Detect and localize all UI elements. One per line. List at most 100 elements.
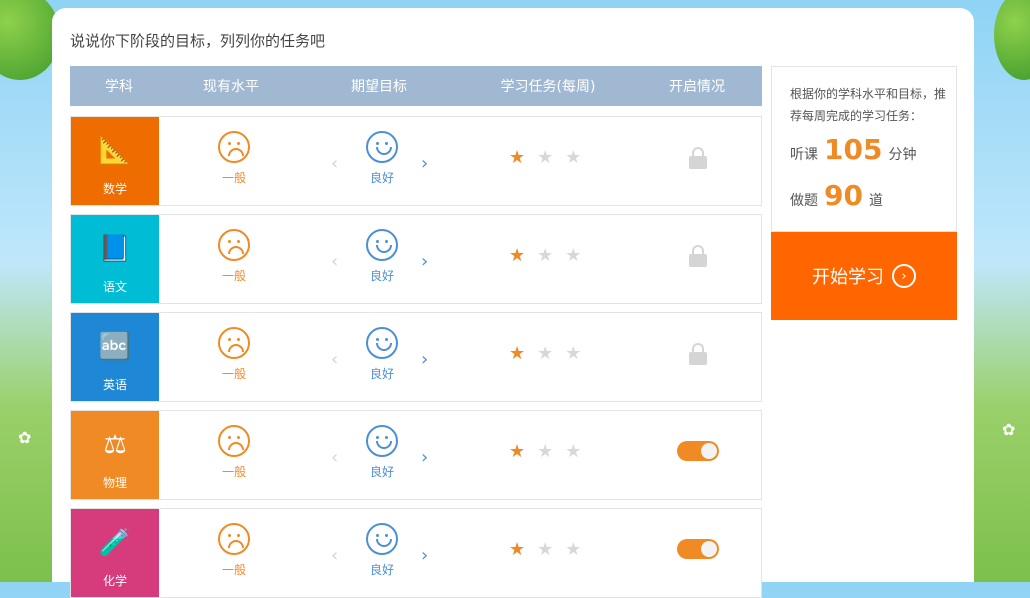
star-icon[interactable]: ★ [565,343,581,364]
star-icon[interactable]: ★ [537,441,553,462]
target-level: 良好 [351,131,413,186]
header-subject: 学科 [105,79,133,95]
sad-face-icon [218,131,250,163]
lock-icon [689,147,707,169]
prev-target-button[interactable]: ‹ [331,251,338,272]
test-tube-icon: 🧪 [98,528,132,558]
sad-face-icon [218,327,250,359]
star-icon[interactable]: ★ [509,343,525,364]
star-icon[interactable]: ★ [509,441,525,462]
page-title: 说说你下阶段的目标，列列你的任务吧 [70,32,326,50]
star-rating[interactable]: ★ ★ ★ [509,343,581,364]
target-label: 良好 [369,367,394,381]
target-level: 良好 [351,425,413,480]
lock-icon [689,343,707,365]
star-icon[interactable]: ★ [565,147,581,168]
star-icon[interactable]: ★ [509,147,525,168]
subject-name: 英语 [102,378,127,392]
star-rating[interactable]: ★ ★ ★ [509,539,581,560]
prev-target-button[interactable]: ‹ [331,153,338,174]
chevron-right-icon: › [892,264,916,288]
level-label: 一般 [221,563,246,577]
header-open-status: 开启情况 [669,79,725,95]
next-target-button[interactable]: › [421,447,428,468]
star-icon[interactable]: ★ [509,245,525,266]
background-right: ✿ [974,0,1030,582]
star-rating[interactable]: ★ ★ ★ [509,147,581,168]
target-level: 良好 [351,327,413,382]
subject-badge: ⚖ 物理 [71,411,159,499]
listen-value: 105 [824,133,883,166]
tree-decoration [994,0,1030,80]
happy-face-icon [366,229,398,261]
star-icon[interactable]: ★ [537,539,553,560]
listen-label: 听课 [790,147,818,163]
next-target-button[interactable]: › [421,251,428,272]
table-row: 🧪 化学 一般 ‹ 良好 › ★ ★ ★ [70,508,762,598]
star-icon[interactable]: ★ [509,539,525,560]
subject-badge: 📘 语文 [71,215,159,303]
blocks-icon: 🔤 [98,332,132,362]
star-rating[interactable]: ★ ★ ★ [509,245,581,266]
current-level: 一般 [203,327,265,382]
star-icon[interactable]: ★ [565,441,581,462]
practice-unit: 道 [868,193,883,209]
listen-unit: 分钟 [888,147,917,163]
current-level: 一般 [203,131,265,186]
next-target-button[interactable]: › [421,153,428,174]
header-target: 期望目标 [351,79,407,95]
recommendation-text: 根据你的学科水平和目标，推荐每周完成的学习任务： [790,87,947,123]
background-left: ✿ [0,0,60,582]
happy-face-icon [366,131,398,163]
subject-name: 语文 [102,280,127,294]
table-row: 🔤 英语 一般 ‹ 良好 › ★ ★ ★ [70,312,762,402]
happy-face-icon [366,425,398,457]
next-target-button[interactable]: › [421,545,428,566]
start-study-button[interactable]: 开始学习 › [771,232,957,320]
target-label: 良好 [369,465,394,479]
current-level: 一般 [203,425,265,480]
star-icon[interactable]: ★ [537,245,553,266]
practice-metric: 做题 90 道 [790,179,883,212]
star-icon[interactable]: ★ [565,539,581,560]
recommendation-box: 根据你的学科水平和目标，推荐每周完成的学习任务： 听课 105 分钟 做题 90… [771,66,957,232]
enable-toggle[interactable] [677,539,719,559]
star-icon[interactable]: ★ [565,245,581,266]
star-rating[interactable]: ★ ★ ★ [509,441,581,462]
level-label: 一般 [221,367,246,381]
listen-metric: 听课 105 分钟 [790,133,916,166]
ruler-icon: 📐 [98,136,132,166]
target-level: 良好 [351,229,413,284]
table-row: 📘 语文 一般 ‹ 良好 › ★ ★ ★ [70,214,762,304]
target-level: 良好 [351,523,413,578]
prev-target-button[interactable]: ‹ [331,545,338,566]
flower-icon: ✿ [18,428,32,447]
prev-target-button[interactable]: ‹ [331,447,338,468]
target-label: 良好 [369,171,394,185]
subject-name: 化学 [102,574,127,588]
sad-face-icon [218,425,250,457]
prev-target-button[interactable]: ‹ [331,349,338,370]
start-study-label: 开始学习 [812,267,884,288]
happy-face-icon [366,523,398,555]
sad-face-icon [218,229,250,261]
current-level: 一般 [203,523,265,578]
lock-icon [689,245,707,267]
practice-value: 90 [824,179,863,212]
current-level: 一般 [203,229,265,284]
subject-badge: 📐 数学 [71,117,159,205]
target-label: 良好 [369,269,394,283]
scale-icon: ⚖ [103,430,127,460]
book-icon: 📘 [98,234,132,264]
star-icon[interactable]: ★ [537,147,553,168]
table-header: 学科 现有水平 期望目标 学习任务(每周) 开启情况 [70,66,762,106]
level-label: 一般 [221,465,246,479]
enable-toggle[interactable] [677,441,719,461]
star-icon[interactable]: ★ [537,343,553,364]
sad-face-icon [218,523,250,555]
next-target-button[interactable]: › [421,349,428,370]
subject-name: 数学 [102,182,127,196]
header-current-level: 现有水平 [203,79,259,95]
practice-label: 做题 [790,193,818,209]
level-label: 一般 [221,171,246,185]
